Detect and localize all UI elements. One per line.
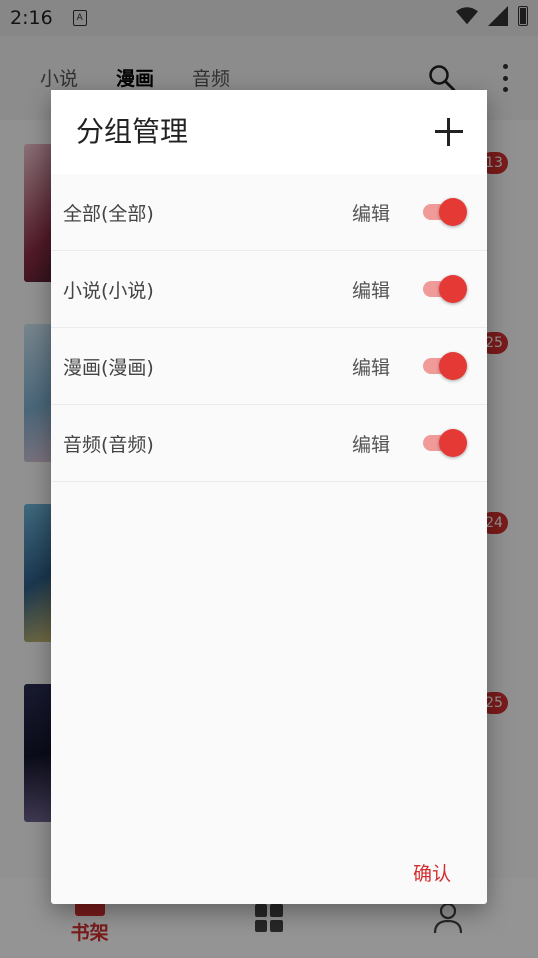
group-name: 全部(全部) bbox=[63, 203, 154, 225]
edit-button[interactable]: 编辑 bbox=[352, 430, 390, 457]
edit-button[interactable]: 编辑 bbox=[352, 276, 390, 303]
group-list: 全部(全部) 编辑 小说(小说) 编辑 漫画(漫画) 编辑 音频(音频) 编辑 bbox=[51, 174, 487, 482]
group-toggle[interactable] bbox=[421, 196, 471, 228]
group-name: 小说(小说) bbox=[63, 280, 154, 302]
plus-icon[interactable] bbox=[435, 118, 463, 146]
group-row: 漫画(漫画) 编辑 bbox=[51, 328, 487, 405]
group-toggle[interactable] bbox=[421, 427, 471, 459]
group-manage-dialog: 分组管理 全部(全部) 编辑 小说(小说) 编辑 漫画(漫画) 编辑 音频(音频… bbox=[51, 90, 487, 904]
confirm-button[interactable]: 确认 bbox=[413, 859, 451, 886]
group-toggle[interactable] bbox=[421, 273, 471, 305]
edit-button[interactable]: 编辑 bbox=[352, 199, 390, 226]
group-row: 小说(小说) 编辑 bbox=[51, 251, 487, 328]
dialog-header: 分组管理 bbox=[51, 90, 487, 174]
group-row: 全部(全部) 编辑 bbox=[51, 174, 487, 251]
group-name: 漫画(漫画) bbox=[63, 357, 154, 379]
edit-button[interactable]: 编辑 bbox=[352, 353, 390, 380]
group-toggle[interactable] bbox=[421, 350, 471, 382]
group-row: 音频(音频) 编辑 bbox=[51, 405, 487, 482]
dialog-title: 分组管理 bbox=[76, 115, 189, 148]
group-name: 音频(音频) bbox=[63, 434, 154, 456]
